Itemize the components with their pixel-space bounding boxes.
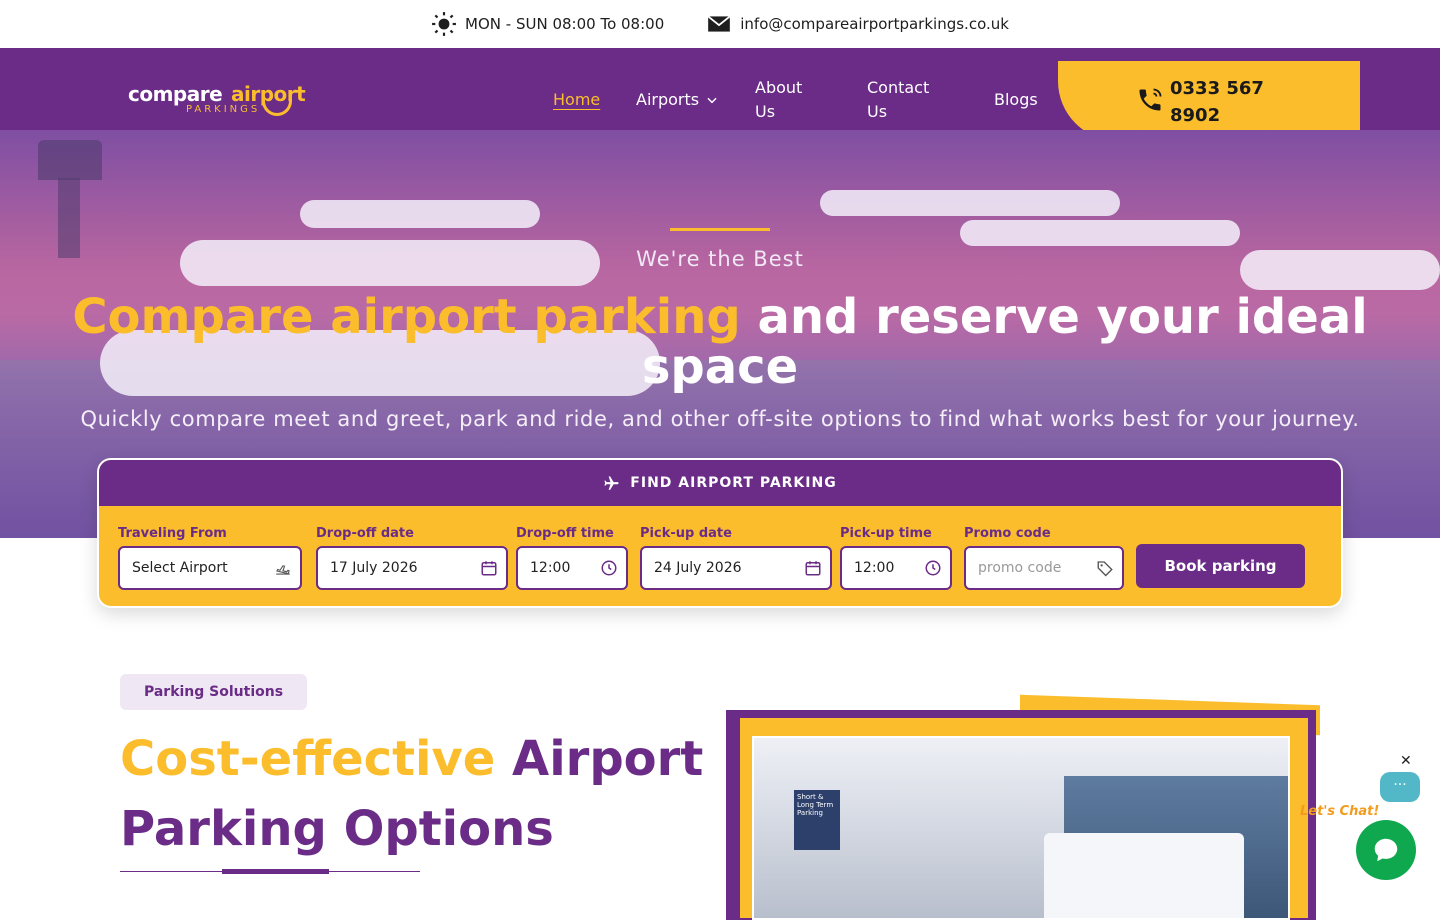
dropoff-time-field: Drop-off time 12:00 <box>516 526 628 590</box>
dropoff-time-value: 12:00 <box>530 560 571 576</box>
chat-label: Let's Chat! <box>1300 804 1380 819</box>
photo-image: Short & Long Term Parking <box>752 736 1290 920</box>
chat-speech-bubble-icon: ··· <box>1380 772 1420 802</box>
clock-icon <box>925 560 941 576</box>
control-tower-pole <box>58 178 80 258</box>
pickup-time-value: 12:00 <box>854 560 895 576</box>
hero-subtext: Quickly compare meet and greet, park and… <box>80 407 1360 431</box>
search-form-title: FIND AIRPORT PARKING <box>630 475 837 491</box>
airport-select-value: Select Airport <box>132 560 228 576</box>
pickup-date-label: Pick-up date <box>640 526 732 541</box>
nav-contact[interactable]: Contact Us <box>867 76 947 124</box>
pickup-time-label: Pick-up time <box>840 526 932 541</box>
control-tower-image <box>38 140 102 180</box>
hero-accent-line <box>670 228 770 231</box>
dropoff-date-value: 17 July 2026 <box>330 560 418 576</box>
envelope-icon <box>707 15 731 32</box>
nav-home[interactable]: Home <box>553 88 600 112</box>
section-title: Cost-effective Airport Parking Options <box>120 724 740 864</box>
phone-callout[interactable]: 0333 567 8902 <box>1058 61 1360 141</box>
sun-icon <box>432 12 456 36</box>
dropoff-date-label: Drop-off date <box>316 526 414 541</box>
calendar-icon <box>481 561 497 576</box>
promo-code-label: Promo code <box>964 526 1051 541</box>
section-title-rule-accent <box>222 869 329 874</box>
hours-item: MON - SUN 08:00 To 08:00 <box>431 11 664 37</box>
dropoff-time-input[interactable]: 12:00 <box>516 546 628 590</box>
logo-word-compare: compare <box>128 82 223 106</box>
plane-departure-icon <box>276 565 290 575</box>
nav-airports[interactable]: Airports <box>636 88 719 112</box>
plane-image <box>960 220 1240 246</box>
airport-shuttle-photo: Short & Long Term Parking <box>720 694 1320 920</box>
clock-icon <box>601 560 617 576</box>
section-badge: Parking Solutions <box>120 674 307 710</box>
pickup-date-value: 24 July 2026 <box>654 560 742 576</box>
chat-launcher-button[interactable] <box>1356 820 1416 880</box>
nav-airports-label: Airports <box>636 90 700 109</box>
top-info-bar: MON - SUN 08:00 To 08:00 info@compareair… <box>0 0 1440 48</box>
airplane-icon <box>604 475 619 490</box>
pickup-date-input[interactable]: 24 July 2026 <box>640 546 832 590</box>
promo-code-input[interactable]: promo code <box>964 546 1124 590</box>
calendar-icon <box>805 561 821 576</box>
chevron-down-icon <box>707 97 717 104</box>
tag-icon <box>1097 561 1113 577</box>
dropoff-date-input[interactable]: 17 July 2026 <box>316 546 508 590</box>
traveling-from-field: Traveling From Select Airport <box>118 526 302 590</box>
parking-sign: Short & Long Term Parking <box>794 790 840 850</box>
email-link[interactable]: info@compareairportparkings.co.uk <box>740 15 1009 33</box>
phone-number[interactable]: 0333 567 8902 <box>1170 75 1310 129</box>
hero-headline: Compare airport parking and reserve your… <box>60 292 1380 392</box>
traveling-from-label: Traveling From <box>118 526 227 541</box>
book-parking-button[interactable]: Book parking <box>1136 544 1305 588</box>
dropoff-date-field: Drop-off date 17 July 2026 <box>316 526 508 590</box>
brand-logo[interactable]: compare airport PARKINGS <box>128 82 318 132</box>
dropoff-time-label: Drop-off time <box>516 526 614 541</box>
promo-code-placeholder: promo code <box>978 560 1062 576</box>
search-form-header: FIND AIRPORT PARKING <box>99 460 1341 506</box>
chat-icon <box>1374 838 1398 862</box>
plane-image <box>820 190 1120 216</box>
phone-icon <box>1139 88 1162 111</box>
chat-close-icon[interactable]: ✕ <box>1400 753 1414 771</box>
hours-text: MON - SUN 08:00 To 08:00 <box>465 15 665 33</box>
airport-select[interactable]: Select Airport <box>118 546 302 590</box>
pickup-time-field: Pick-up time 12:00 <box>840 526 952 590</box>
logo-smile-icon <box>262 100 292 116</box>
pickup-date-field: Pick-up date 24 July 2026 <box>640 526 832 590</box>
parking-search-form: FIND AIRPORT PARKING Traveling From Sele… <box>97 458 1343 608</box>
pickup-time-input[interactable]: 12:00 <box>840 546 952 590</box>
promo-code-field: Promo code promo code <box>964 526 1124 590</box>
logo-subtitle: PARKINGS <box>186 104 261 115</box>
plane-image <box>300 200 540 228</box>
nav-about[interactable]: About Us <box>755 76 825 124</box>
hero-headline-rest: and reserve your ideal space <box>641 289 1368 395</box>
nav-blogs[interactable]: Blogs <box>994 88 1038 112</box>
section-title-highlight: Cost-effective <box>120 731 496 787</box>
shuttle-bus <box>1044 833 1244 918</box>
email-item[interactable]: info@compareairportparkings.co.uk <box>706 11 1009 37</box>
hero-tagline: We're the Best <box>636 247 804 271</box>
hero-headline-highlight: Compare airport parking <box>72 289 741 345</box>
